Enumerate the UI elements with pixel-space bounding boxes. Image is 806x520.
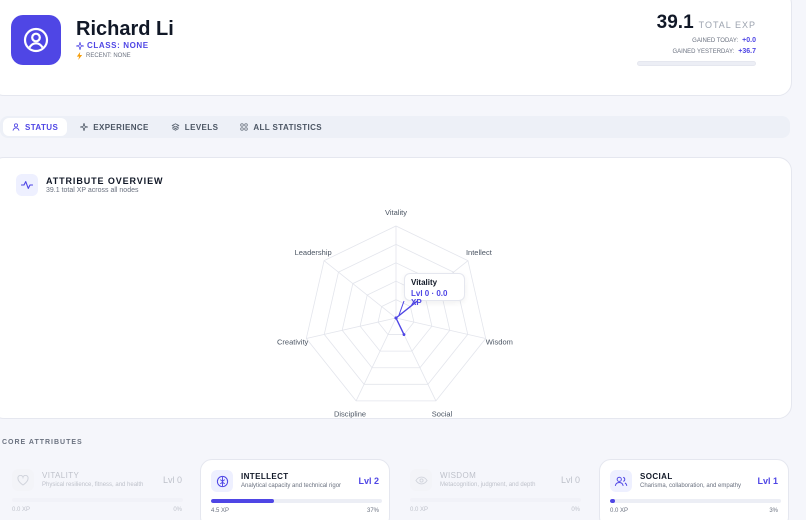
tooltip-name: Vitality bbox=[411, 278, 438, 287]
attribute-progress-fill bbox=[211, 499, 275, 503]
user-icon bbox=[12, 123, 20, 131]
attribute-name: WISDOM bbox=[440, 471, 477, 480]
gained-yesterday-value: +36.7 bbox=[738, 48, 756, 55]
gained-today-label: GAINED TODAY: bbox=[692, 38, 739, 44]
tab-status-label: STATUS bbox=[25, 122, 59, 132]
chart-tooltip: Vitality Lvl 0 · 0.0 XP bbox=[404, 273, 465, 307]
total-exp: 39.1 TOTAL EXP bbox=[657, 12, 756, 34]
attribute-xp: 4.5 XP bbox=[211, 508, 230, 514]
radar-data-point bbox=[394, 316, 398, 320]
attribute-card-intellect[interactable]: INTELLECT Analytical capacity and techni… bbox=[200, 459, 390, 520]
attribute-level: Lvl 2 bbox=[358, 476, 379, 486]
attribute-percent: 3% bbox=[769, 508, 778, 514]
profile-name: Richard Li bbox=[76, 18, 174, 40]
tab-all-statistics-label: ALL STATISTICS bbox=[253, 122, 323, 132]
gained-yesterday-label: GAINED YESTERDAY: bbox=[672, 49, 735, 55]
attribute-description: Charisma, collaboration, and empathy bbox=[640, 483, 742, 489]
attribute-description: Analytical capacity and technical rigor bbox=[241, 483, 342, 489]
radar-axis-label: Discipline bbox=[334, 410, 366, 419]
attribute-description: Metacognition, judgment, and depth bbox=[440, 482, 536, 488]
tab-bar: STATUS EXPERIENCE LEVELS ALL STATISTICS bbox=[0, 116, 790, 138]
total-exp-label: TOTAL EXP bbox=[698, 20, 756, 30]
radar-grid-spoke bbox=[355, 317, 397, 402]
sparkle-icon bbox=[76, 41, 84, 50]
attribute-name: VITALITY bbox=[42, 471, 80, 480]
class-label: CLASS: NONE bbox=[76, 41, 149, 50]
tab-experience-label: EXPERIENCE bbox=[93, 122, 149, 132]
attribute-card-social[interactable]: SOCIAL Charisma, collaboration, and empa… bbox=[599, 459, 789, 520]
tab-status[interactable]: STATUS bbox=[3, 118, 68, 136]
tab-all-statistics[interactable]: ALL STATISTICS bbox=[231, 118, 331, 136]
profile-card: Richard Li CLASS: NONE RECENT: NONE 39.1… bbox=[0, 0, 792, 96]
tooltip-value: Lvl 0 · 0.0 XP bbox=[411, 289, 448, 307]
gained-today-value: +0.0 bbox=[742, 37, 756, 44]
core-attributes-title: CORE ATTRIBUTES bbox=[2, 439, 83, 446]
radar-axis-label: Leadership bbox=[295, 248, 332, 257]
attribute-overview-card: ATTRIBUTE OVERVIEW 39.1 total XP across … bbox=[0, 157, 792, 419]
attribute-level: Lvl 1 bbox=[757, 476, 778, 486]
recent-text: RECENT: NONE bbox=[86, 53, 131, 59]
exp-progress-bar bbox=[637, 61, 756, 66]
radar-axis-label: Vitality bbox=[385, 208, 407, 217]
attribute-name: SOCIAL bbox=[640, 472, 673, 481]
attribute-progress-bar bbox=[410, 498, 581, 502]
attribute-progress-bar bbox=[610, 499, 781, 503]
brain-icon bbox=[211, 470, 233, 492]
attribute-percent: 0% bbox=[571, 507, 580, 513]
sparkle-icon bbox=[80, 123, 89, 131]
attribute-description: Physical resilience, fitness, and health bbox=[42, 482, 144, 488]
recent-label: RECENT: NONE bbox=[76, 52, 131, 60]
attribute-xp: 0.0 XP bbox=[610, 508, 629, 514]
total-exp-value: 39.1 bbox=[656, 12, 694, 33]
radar-chart: Vitality Intellect Wisdom Social Discipline C… bbox=[277, 208, 513, 419]
radar-axis-label: Wisdom bbox=[486, 338, 513, 347]
radar-axis-label: Intellect bbox=[466, 248, 493, 257]
attribute-card-wisdom[interactable]: WISDOM Metacognition, judgment, and dept… bbox=[400, 459, 590, 520]
attribute-xp: 0.0 XP bbox=[410, 507, 429, 513]
attribute-percent: 0% bbox=[173, 507, 182, 513]
user-avatar-icon[interactable] bbox=[11, 15, 61, 65]
attribute-progress-fill bbox=[610, 499, 616, 503]
users-icon bbox=[610, 470, 632, 492]
attribute-level: Lvl 0 bbox=[162, 475, 182, 485]
attribute-level: Lvl 0 bbox=[560, 475, 580, 485]
layers-icon bbox=[171, 123, 180, 131]
class-text: CLASS: NONE bbox=[87, 41, 149, 50]
attribute-xp: 0.0 XP bbox=[12, 507, 31, 513]
lightning-icon bbox=[76, 52, 83, 60]
gained-today: GAINED TODAY: +0.0 bbox=[692, 37, 756, 44]
attribute-card-vitality[interactable]: VITALITY Physical resilience, fitness, a… bbox=[2, 459, 192, 520]
grid-icon bbox=[240, 123, 248, 131]
heart-icon bbox=[12, 469, 34, 491]
radar-axis-label: Social bbox=[432, 410, 453, 419]
attribute-progress-bar bbox=[211, 499, 382, 503]
radar-axis-label: Creativity bbox=[277, 338, 309, 347]
gained-yesterday: GAINED YESTERDAY: +36.7 bbox=[672, 48, 756, 55]
radar-data-point bbox=[402, 333, 406, 336]
attribute-progress-bar bbox=[12, 498, 183, 502]
attribute-name: INTELLECT bbox=[241, 472, 289, 481]
eye-icon bbox=[410, 469, 432, 491]
tab-levels-label: LEVELS bbox=[184, 122, 219, 132]
attribute-percent: 37% bbox=[366, 508, 379, 514]
tab-levels[interactable]: LEVELS bbox=[162, 118, 228, 136]
tab-experience[interactable]: EXPERIENCE bbox=[71, 118, 158, 136]
